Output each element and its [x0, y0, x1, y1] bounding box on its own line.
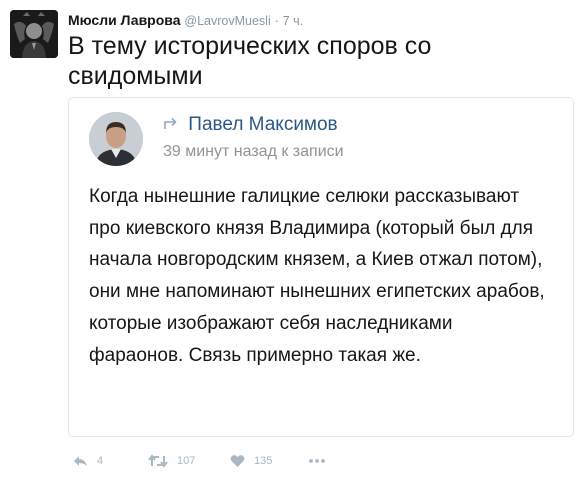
tweet-actions: 4 107 135	[72, 451, 372, 471]
more-dots-icon	[309, 459, 325, 463]
quoted-post-meta[interactable]: 39 минут назад к записи	[163, 140, 344, 164]
quoted-author-name[interactable]: Павел Максимов	[188, 114, 337, 135]
double-headed-eagle-icon	[10, 10, 58, 58]
author-avatar[interactable]	[10, 10, 58, 58]
like-button[interactable]: 135	[230, 451, 272, 471]
like-count: 135	[254, 455, 273, 467]
tweet-header: Мюсли Лаврова @LavrovMuesli · 7 ч.	[68, 11, 303, 30]
tweet-timestamp[interactable]: 7 ч.	[283, 14, 303, 28]
retweet-icon	[148, 454, 168, 468]
author-handle[interactable]: @LavrovMuesli	[184, 14, 270, 28]
separator-dot: ·	[274, 14, 279, 28]
quoted-author-avatar[interactable]	[89, 112, 143, 166]
quoted-post-text: Когда нынешние галицкие селюки рассказыв…	[89, 186, 545, 366]
person-photo-icon	[89, 112, 143, 166]
tweet-text: В тему исторических споров со свидомыми	[68, 32, 432, 90]
retweet-count: 107	[177, 455, 196, 467]
heart-icon	[230, 455, 245, 467]
reply-count: 4	[97, 455, 104, 467]
more-options-button[interactable]	[308, 451, 326, 471]
quoted-post-card[interactable]: Павел Максимов 39 минут назад к записи К…	[68, 97, 574, 437]
reply-icon	[74, 456, 87, 466]
quoted-author-row[interactable]: Павел Максимов	[163, 112, 338, 138]
author-name[interactable]: Мюсли Лаврова	[68, 12, 181, 28]
retweet-button[interactable]: 107	[148, 451, 195, 471]
reply-button[interactable]: 4	[72, 451, 103, 471]
